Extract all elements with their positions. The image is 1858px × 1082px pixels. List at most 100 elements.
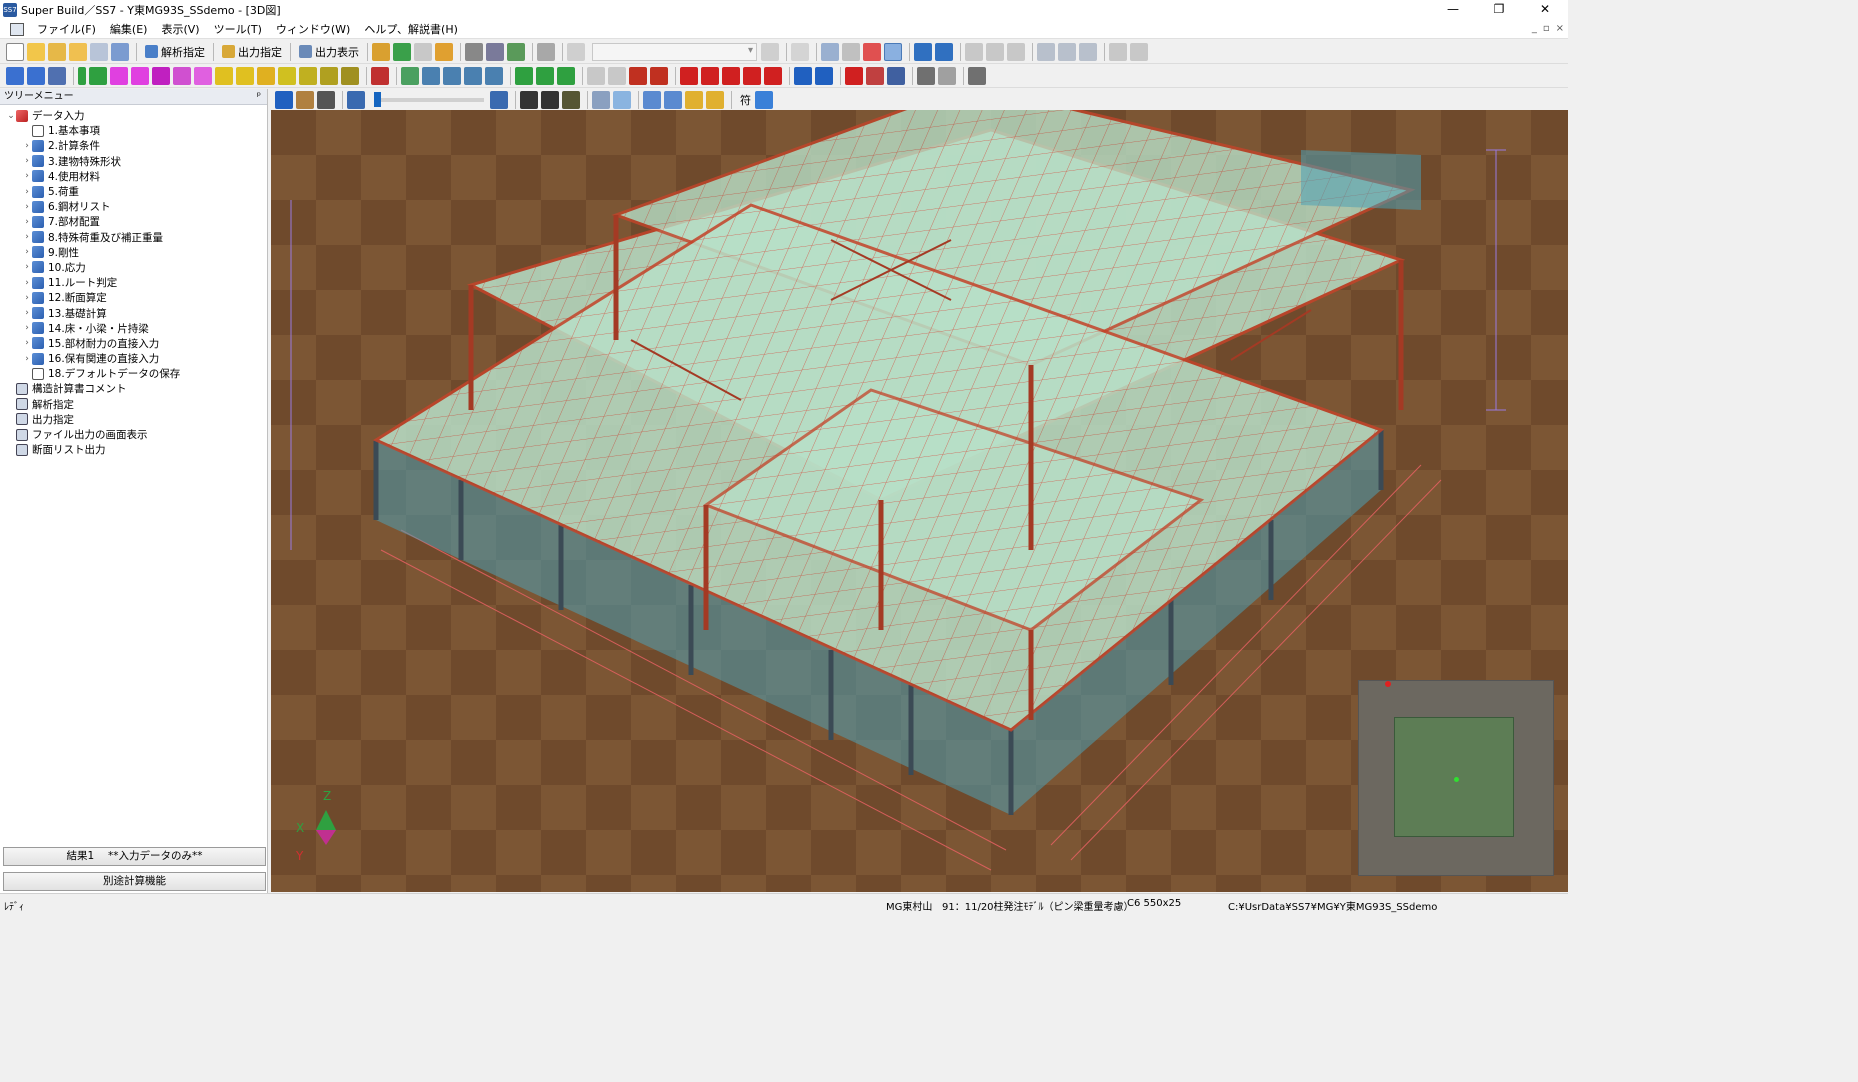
print-icon[interactable]	[465, 42, 483, 61]
stamp-icon[interactable]	[537, 42, 555, 61]
tree-item[interactable]: › 8.特殊荷重及び補正重量	[0, 230, 267, 245]
new-file-icon[interactable]	[6, 42, 24, 61]
compare-icon[interactable]	[1109, 42, 1127, 61]
document-icon[interactable]	[10, 22, 24, 36]
analysis-setting-button[interactable]: 解析指定	[141, 42, 209, 62]
tree-item[interactable]: › 14.床・小梁・片持梁	[0, 321, 267, 336]
tree-item[interactable]: › 4.使用材料	[0, 169, 267, 184]
down-level-icon[interactable]	[935, 42, 953, 61]
moment-load-icon[interactable]	[743, 66, 761, 85]
zoom-in-icon[interactable]	[490, 90, 508, 109]
tree-item[interactable]: › 3.建物特殊形状	[0, 154, 267, 169]
footing-icon[interactable]	[557, 66, 575, 85]
expand-icon[interactable]: ›	[22, 217, 32, 227]
cantilever-slab-icon[interactable]	[320, 66, 338, 85]
minimize-button[interactable]: —	[1430, 0, 1476, 20]
expand-icon[interactable]: ›	[22, 262, 32, 272]
filter-icon[interactable]	[755, 90, 773, 109]
history-combo[interactable]	[592, 42, 757, 61]
separate-calc-button[interactable]: 別途計算機能	[3, 872, 266, 891]
report-icon[interactable]	[435, 42, 453, 61]
effect-icon[interactable]	[706, 90, 724, 109]
menu-window[interactable]: ウィンドウ(W)	[269, 21, 357, 37]
expand-icon[interactable]: ›	[22, 247, 32, 257]
lateral-load-icon[interactable]	[722, 66, 740, 85]
symbol-button[interactable]: 符	[736, 90, 755, 110]
structure-icon[interactable]	[27, 66, 45, 85]
tree-item[interactable]: ⌄ データ入力	[0, 108, 267, 123]
navigation-minimap[interactable]	[1358, 680, 1554, 876]
tree-item[interactable]: › 10.応力	[0, 260, 267, 275]
calc-icon[interactable]	[917, 66, 935, 85]
column-icon[interactable]	[78, 66, 86, 85]
expand-icon[interactable]: ›	[22, 278, 32, 288]
cantilever-icon[interactable]	[299, 66, 317, 85]
collapse-icon[interactable]: ⌄	[6, 111, 16, 121]
pin-icon[interactable]: ᵖ	[257, 89, 261, 104]
axis-icon[interactable]	[485, 66, 503, 85]
tile-horizontal-icon[interactable]	[1058, 42, 1076, 61]
rotate-view-icon[interactable]	[275, 90, 293, 109]
zoom-slider[interactable]	[374, 91, 484, 107]
pencil-icon[interactable]	[215, 66, 233, 85]
rotate-icon[interactable]	[464, 66, 482, 85]
panel-icon[interactable]	[194, 66, 212, 85]
bug-icon[interactable]	[562, 90, 580, 109]
tree-item[interactable]: 18.デフォルトデータの保存	[0, 366, 267, 381]
tree-item[interactable]: 出力指定	[0, 412, 267, 427]
expand-icon[interactable]: ›	[22, 323, 32, 333]
save-as-icon[interactable]	[111, 42, 129, 61]
copy-member-icon[interactable]	[866, 66, 884, 85]
tree-item[interactable]: › 9.剛性	[0, 245, 267, 260]
load-up-icon[interactable]	[629, 66, 647, 85]
tree-item[interactable]: › 15.部材耐力の直接入力	[0, 336, 267, 351]
expand-icon[interactable]: ›	[22, 354, 32, 364]
tree-item[interactable]: › 11.ルート判定	[0, 275, 267, 290]
color-grid-icon[interactable]	[393, 42, 411, 61]
close-button[interactable]: ✕	[1522, 0, 1568, 20]
point-load-icon[interactable]	[680, 66, 698, 85]
check-icon[interactable]	[887, 66, 905, 85]
tree-item[interactable]: 解析指定	[0, 397, 267, 412]
slab-icon[interactable]	[131, 66, 149, 85]
highlight-icon[interactable]	[664, 90, 682, 109]
grid-view-icon[interactable]	[863, 42, 881, 61]
expand-icon[interactable]: ›	[22, 202, 32, 212]
expand-icon[interactable]: ›	[22, 232, 32, 242]
shade-icon[interactable]	[613, 90, 631, 109]
tree-item[interactable]: › 16.保有関連の直接入力	[0, 351, 267, 366]
compare-settings-icon[interactable]	[1130, 42, 1148, 61]
print-preview-icon[interactable]	[486, 42, 504, 61]
menu-tools[interactable]: ツール(T)	[207, 21, 269, 37]
pointer-icon[interactable]	[1007, 42, 1025, 61]
tree-item[interactable]: › 7.部材配置	[0, 214, 267, 229]
tree-item[interactable]: 1.基本事項	[0, 123, 267, 138]
node-move-icon[interactable]	[401, 66, 419, 85]
up-level-icon[interactable]	[914, 42, 932, 61]
menu-file[interactable]: ファイル(F)	[30, 21, 103, 37]
distributed-load-icon[interactable]	[701, 66, 719, 85]
node-edit-icon[interactable]	[422, 66, 440, 85]
open-recent-icon[interactable]	[48, 42, 66, 61]
run-icon[interactable]	[968, 66, 986, 85]
camera-icon[interactable]	[541, 90, 559, 109]
parapet-icon[interactable]	[341, 66, 359, 85]
mail-icon[interactable]	[257, 66, 275, 85]
pile-icon[interactable]	[536, 66, 554, 85]
result-button[interactable]: 結果1 **入力データのみ**	[3, 847, 266, 866]
hand-icon[interactable]	[986, 42, 1004, 61]
tree-item[interactable]: › 6.鋼材リスト	[0, 199, 267, 214]
open-folder-icon[interactable]	[27, 42, 45, 61]
menu-help[interactable]: ヘルプ、解説書(H)	[357, 21, 465, 37]
brush-icon[interactable]	[685, 90, 703, 109]
mdi-restore-button[interactable]: ▫	[1543, 23, 1550, 34]
wireframe-icon[interactable]	[592, 90, 610, 109]
restore-button[interactable]: ❐	[1476, 0, 1522, 20]
redo-icon[interactable]	[761, 42, 779, 61]
zoom-out-icon[interactable]	[347, 90, 365, 109]
light-icon[interactable]	[643, 90, 661, 109]
zoom-slider-thumb[interactable]	[374, 91, 381, 107]
stair-icon[interactable]	[278, 66, 296, 85]
window-tile-icon[interactable]	[842, 42, 860, 61]
save-icon[interactable]	[90, 42, 108, 61]
